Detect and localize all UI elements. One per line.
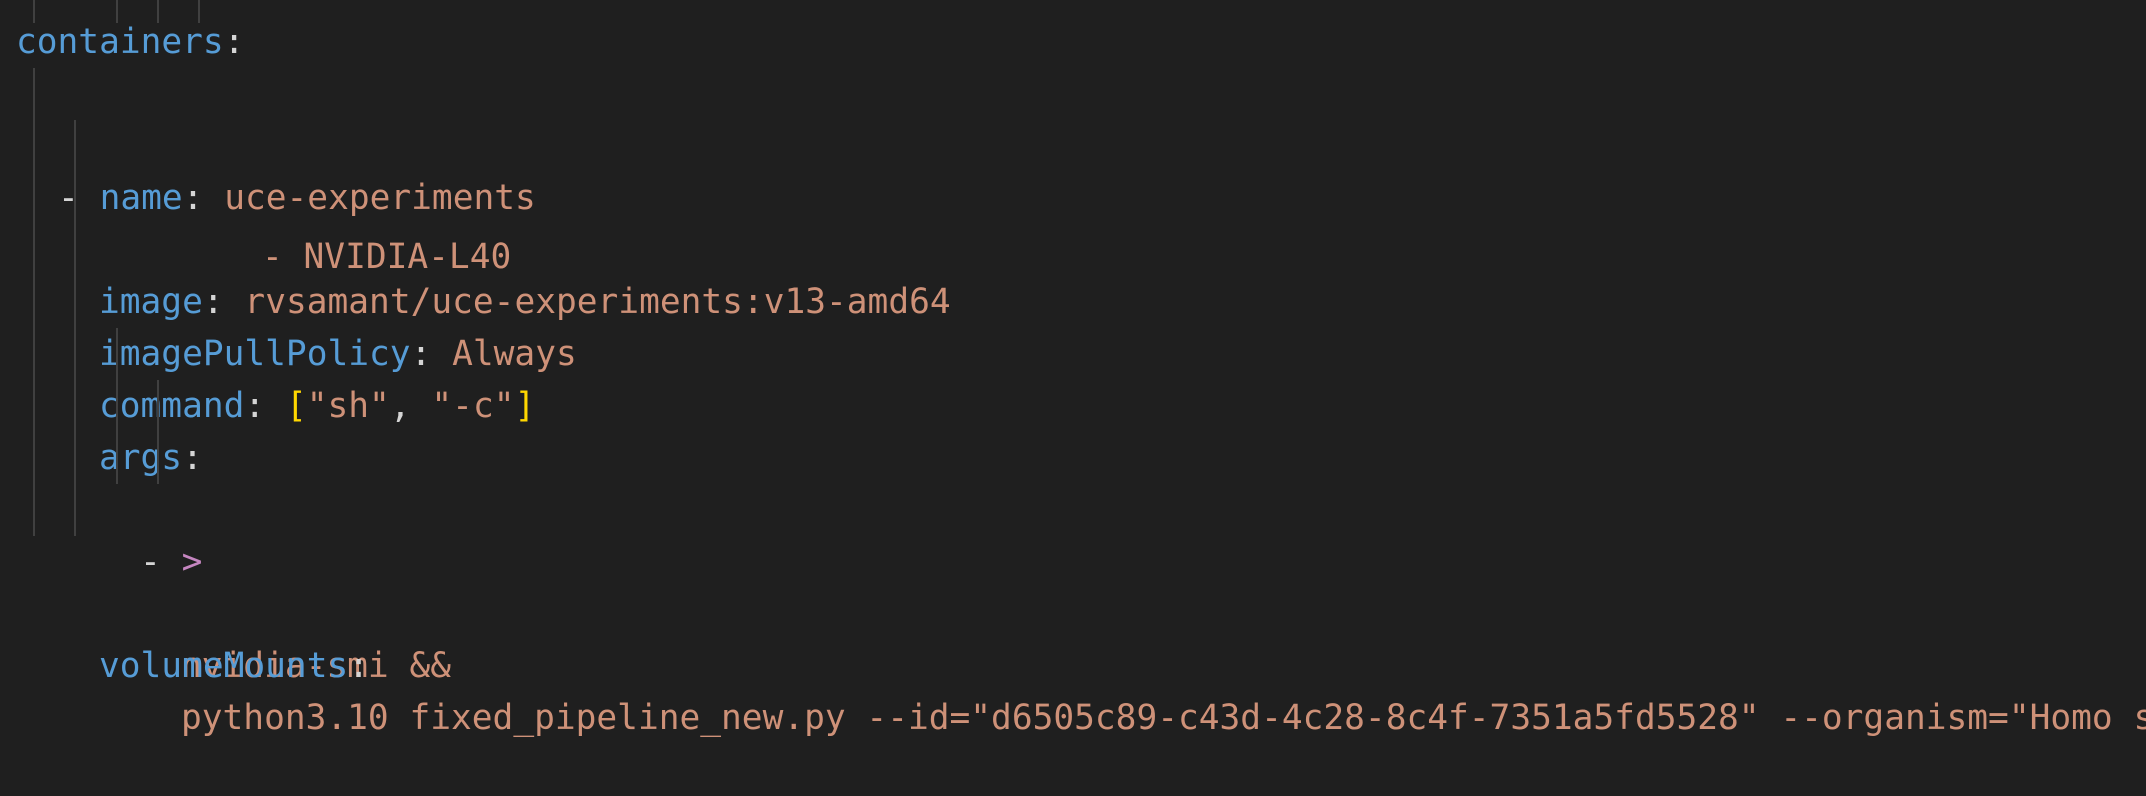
code-line-1[interactable]: containers:	[16, 16, 245, 68]
indent-guide	[74, 328, 76, 380]
yaml-value: uce-experiments	[224, 178, 536, 218]
indent-guide	[33, 484, 35, 536]
yaml-entry: args:	[99, 432, 203, 484]
yaml-key: image	[99, 282, 203, 322]
indent-guide	[33, 432, 35, 484]
indent-guide	[74, 224, 76, 276]
indent-guide	[33, 172, 35, 224]
yaml-entry: - name: uce-experiments	[58, 172, 536, 224]
yaml-colon: :	[244, 386, 266, 426]
yaml-key: name	[99, 178, 183, 218]
yaml-dash: -	[140, 542, 161, 582]
yaml-string: "sh"	[306, 386, 390, 426]
bracket-close: ]	[514, 386, 536, 426]
yaml-entry: volumeMounts:	[99, 640, 369, 692]
code-line-8[interactable]: nvidia-smi &&	[16, 380, 451, 686]
yaml-entry: - >	[140, 536, 202, 588]
bracket-open: [	[285, 386, 307, 426]
yaml-colon: :	[410, 334, 432, 374]
indent-guide	[33, 224, 35, 276]
indent-guide	[33, 276, 35, 328]
indent-guide	[157, 380, 159, 432]
code-line-2[interactable]: - name: uce-experiments	[16, 68, 536, 218]
code-line-3[interactable]: image: rvsamant/uce-experiments:v13-amd6…	[16, 120, 951, 322]
indent-guide	[74, 120, 76, 172]
indent-guide	[74, 380, 76, 432]
yaml-colon: :	[202, 282, 224, 322]
yaml-colon: :	[223, 22, 245, 62]
code-line-10[interactable]: volumeMounts:	[16, 484, 369, 686]
indent-guide	[33, 68, 35, 120]
yaml-value: rvsamant/uce-experiments:v13-amd64	[244, 282, 951, 322]
indent-guide	[33, 120, 35, 172]
indent-guide	[157, 432, 159, 484]
indent-guide	[74, 276, 76, 328]
yaml-colon: :	[182, 178, 204, 218]
yaml-colon: :	[348, 646, 370, 686]
yaml-colon: :	[182, 438, 203, 478]
code-line-4[interactable]: imagePullPolicy: Always	[16, 172, 577, 374]
yaml-key: volumeMounts	[99, 646, 349, 686]
yaml-key: containers	[16, 22, 224, 62]
indent-guide	[116, 380, 118, 432]
yaml-key: command	[99, 386, 245, 426]
indent-guide	[116, 328, 118, 380]
yaml-key: imagePullPolicy	[99, 334, 411, 374]
code-line-6[interactable]: args:	[16, 276, 203, 478]
yaml-value: python3.10 fixed_pipeline_new.py --id="d…	[181, 698, 2146, 738]
indent-guide	[33, 328, 35, 380]
indent-guide	[74, 484, 76, 536]
code-editor[interactable]: - NVIDIA-L40 containers: - name: uce-exp…	[0, 0, 2146, 738]
indent-guide	[74, 172, 76, 224]
yaml-comma: ,	[389, 386, 411, 426]
yaml-entry: imagePullPolicy: Always	[99, 328, 577, 380]
indent-guide	[74, 432, 76, 484]
indent-guide	[116, 432, 118, 484]
block-scalar-indicator: >	[181, 542, 203, 582]
yaml-key: args	[99, 438, 183, 478]
code-line-7[interactable]: - >	[16, 328, 202, 582]
indent-guide	[33, 380, 35, 432]
code-line-5[interactable]: command: ["sh", "-c"]	[16, 224, 535, 426]
yaml-string: "-c"	[431, 386, 515, 426]
yaml-entry: command: ["sh", "-c"]	[99, 380, 535, 432]
code-line-9[interactable]: python3.10 fixed_pipeline_new.py --id="d…	[16, 432, 2146, 738]
yaml-entry: image: rvsamant/uce-experiments:v13-amd6…	[99, 276, 951, 328]
yaml-value: Always	[452, 334, 577, 374]
